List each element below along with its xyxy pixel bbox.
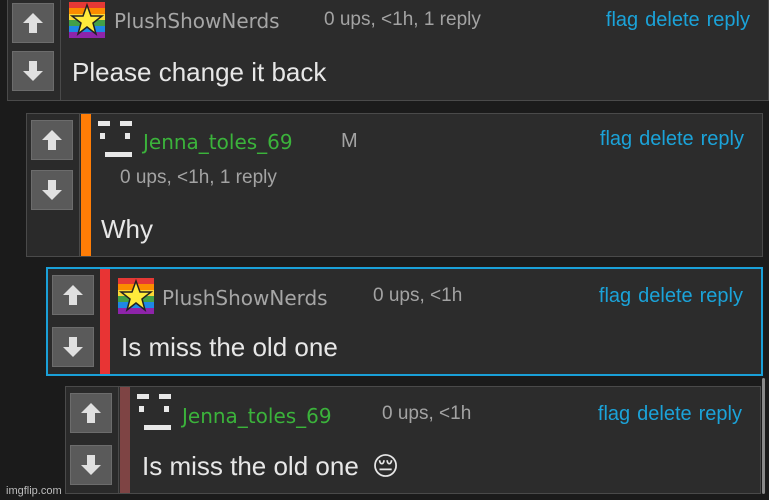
vote-column [27, 114, 80, 256]
upvote-button[interactable] [70, 393, 112, 433]
comment-1: PlushShowNerds 0 ups, <1h, 1 reply flag d… [7, 0, 769, 101]
thread-stripe [100, 269, 110, 374]
comment-meta: 0 ups, <1h, 1 reply [120, 167, 277, 188]
comment-text: Please change it back [72, 57, 327, 87]
arrow-up-icon [81, 403, 101, 423]
arrow-up-icon [42, 130, 62, 150]
comment-text-content: Is miss the old one [142, 451, 359, 481]
comment-text: Is miss the old one 😔 [142, 451, 399, 482]
rainbow-star-icon[interactable] [118, 278, 154, 314]
downvote-button[interactable] [52, 327, 94, 367]
username[interactable]: Jenna_toles_69 [143, 130, 293, 154]
reply-link[interactable]: reply [700, 285, 743, 307]
arrow-down-icon [81, 455, 101, 475]
vote-column [66, 387, 119, 493]
upvote-button[interactable] [52, 275, 94, 315]
arrow-down-icon [23, 61, 43, 81]
arrow-down-icon [42, 180, 62, 200]
upvote-button[interactable] [31, 120, 73, 160]
comment-meta: 0 ups, <1h [382, 403, 472, 424]
thread-stripe [81, 114, 91, 256]
username[interactable]: PlushShowNerds [114, 9, 280, 33]
comment-actions: flag delete reply [592, 285, 743, 308]
downvote-button[interactable] [12, 51, 54, 91]
flag-link[interactable]: flag [606, 9, 638, 31]
vote-column [8, 0, 61, 100]
comment-meta: 0 ups, <1h, 1 reply [324, 9, 481, 30]
reply-link[interactable]: reply [701, 128, 744, 150]
comment-2: Jenna_toles_69 M flag delete reply 0 ups, … [26, 113, 763, 257]
comment-3: PlushShowNerds 0 ups, <1h flag delete repl… [46, 267, 763, 376]
comment-text: Why [101, 214, 153, 244]
comment-4: Jenna_toles_69 0 ups, <1h flag delete repl… [65, 386, 761, 494]
rainbow-star-icon[interactable] [69, 2, 105, 38]
face-glyph-icon[interactable] [97, 120, 137, 160]
username[interactable]: PlushShowNerds [162, 286, 328, 310]
comment-actions: flag delete reply [599, 9, 750, 32]
vote-column [48, 269, 100, 374]
downvote-button[interactable] [31, 170, 73, 210]
scrollbar[interactable] [762, 378, 765, 494]
face-glyph-icon[interactable] [136, 393, 176, 433]
comment-actions: flag delete reply [591, 403, 742, 426]
comment-text: Is miss the old one [121, 332, 338, 362]
upvote-button[interactable] [12, 3, 54, 43]
downvote-button[interactable] [70, 445, 112, 485]
reply-link[interactable]: reply [699, 403, 742, 425]
delete-link[interactable]: delete [637, 403, 692, 425]
delete-link[interactable]: delete [645, 9, 700, 31]
thread-stripe [120, 387, 130, 493]
username[interactable]: Jenna_toles_69 [182, 404, 332, 428]
watermark: imgflip.com [6, 485, 62, 497]
reply-link[interactable]: reply [707, 9, 750, 31]
gender-label: M [341, 130, 358, 152]
comment-meta: 0 ups, <1h [373, 285, 463, 306]
flag-link[interactable]: flag [599, 285, 631, 307]
flag-link[interactable]: flag [598, 403, 630, 425]
delete-link[interactable]: delete [638, 285, 693, 307]
flag-link[interactable]: flag [600, 128, 632, 150]
arrow-down-icon [63, 337, 83, 357]
arrow-up-icon [63, 285, 83, 305]
delete-link[interactable]: delete [639, 128, 694, 150]
comment-actions: flag delete reply [593, 128, 744, 151]
pensive-face-emoji: 😔 [372, 451, 400, 481]
arrow-up-icon [23, 13, 43, 33]
